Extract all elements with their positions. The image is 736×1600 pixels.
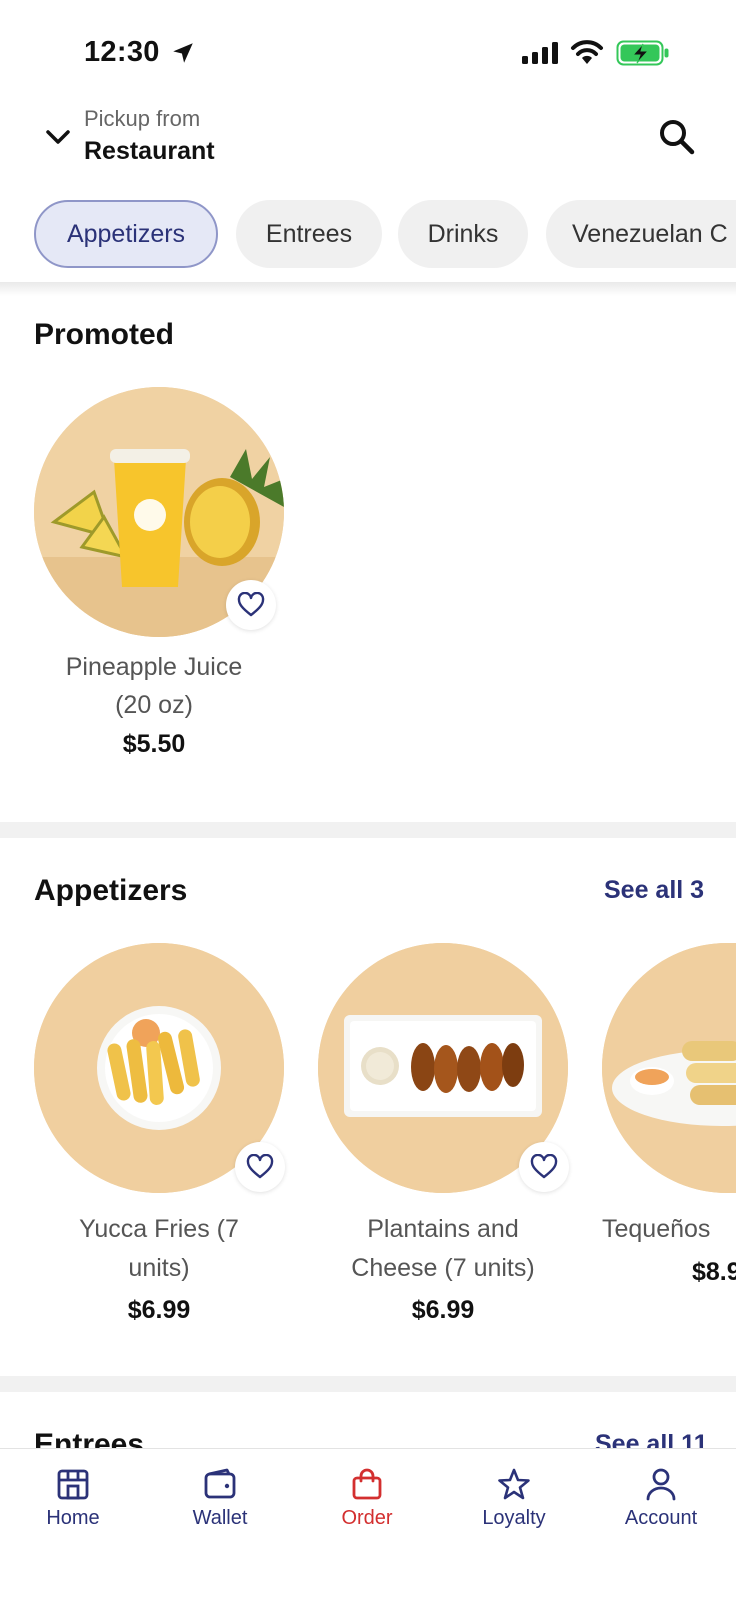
shopping-bag-icon [352, 1468, 382, 1500]
item-name: Plantains and [367, 1215, 519, 1243]
store-icon [57, 1469, 89, 1500]
bottom-navigation: Home Wallet Order Loyalty Account [0, 1448, 736, 1600]
nav-label: Home [46, 1507, 100, 1529]
pickup-label[interactable]: Pickup from [84, 106, 200, 132]
nav-account[interactable]: Account [601, 1449, 721, 1549]
wifi-icon [571, 40, 603, 64]
item-price: $8.9 [692, 1258, 736, 1286]
item-price: $6.99 [127, 1296, 191, 1324]
cellular-signal-icon [522, 42, 558, 64]
tab-appetizers[interactable]: Appetizers [34, 200, 218, 268]
nav-label: Account [624, 1507, 698, 1529]
heart-icon [530, 1154, 558, 1179]
wallet-icon [204, 1468, 236, 1499]
nav-wallet[interactable]: Wallet [160, 1449, 280, 1549]
nav-label: Loyalty [482, 1507, 546, 1529]
item-name-cont: (20 oz) [115, 691, 193, 719]
item-name-cont: units) [128, 1254, 190, 1282]
item-name: Yucca Fries (7 [79, 1215, 239, 1243]
search-icon[interactable] [656, 116, 698, 158]
nav-order[interactable]: Order [307, 1449, 427, 1549]
section-title-promoted: Promoted [34, 318, 175, 351]
nav-home[interactable]: Home [13, 1449, 133, 1549]
section-title-appetizers: Appetizers [34, 874, 188, 907]
tequenos-image[interactable] [602, 943, 736, 1193]
item-price: $5.50 [122, 730, 186, 758]
item-price: $6.99 [411, 1296, 475, 1324]
item-name-cont: Cheese (7 units) [351, 1254, 535, 1282]
tab-entrees[interactable]: Entrees [236, 200, 382, 268]
heart-icon [246, 1154, 274, 1179]
status-bar: 12:30 [0, 0, 736, 100]
nav-label: Wallet [192, 1507, 248, 1529]
nav-loyalty[interactable]: Loyalty [454, 1449, 574, 1549]
favorite-button[interactable] [235, 1142, 285, 1192]
see-all-appetizers-link[interactable]: See all 3 [604, 876, 704, 905]
heart-icon [237, 592, 265, 617]
person-icon [646, 1468, 676, 1501]
battery-charging-icon [616, 40, 669, 66]
item-name: Pineapple Juice [65, 653, 243, 681]
favorite-button[interactable] [226, 580, 276, 630]
pickup-location[interactable]: Restaurant [84, 137, 215, 166]
category-tabs: Appetizers Entrees Drinks Venezuelan C [0, 200, 736, 270]
tequenos-photo [602, 943, 736, 1193]
tab-drinks[interactable]: Drinks [398, 200, 528, 268]
nav-label: Order [341, 1507, 393, 1529]
favorite-button[interactable] [519, 1142, 569, 1192]
header-shadow [0, 282, 736, 296]
section-divider [0, 1376, 736, 1392]
status-time: 12:30 [84, 36, 160, 68]
tab-venezuelan[interactable]: Venezuelan C [546, 200, 736, 268]
screen: 12:30 Pickup from Restaurant Appetizers … [0, 0, 736, 1600]
location-arrow-icon [173, 43, 193, 63]
item-name: Tequeños [602, 1215, 711, 1243]
star-icon [498, 1468, 530, 1500]
section-divider [0, 822, 736, 838]
chevron-down-icon[interactable] [44, 126, 72, 148]
pickup-header: Pickup from Restaurant [0, 100, 736, 180]
